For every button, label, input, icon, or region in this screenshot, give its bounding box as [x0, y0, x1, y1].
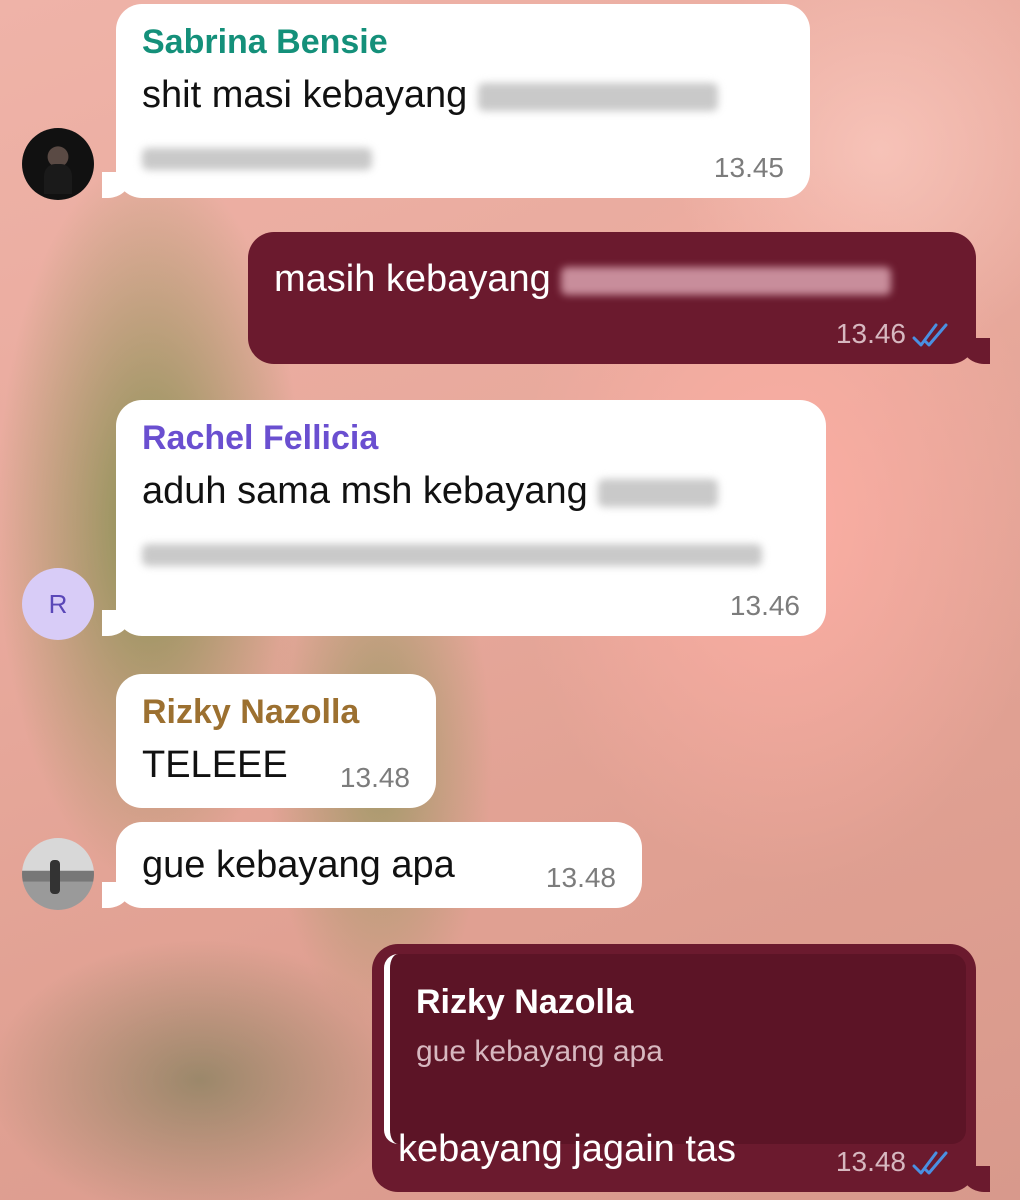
- reply-quote[interactable]: Rizky Nazolla gue kebayang apa: [384, 954, 966, 1144]
- avatar-sabrina[interactable]: [22, 128, 94, 200]
- reply-sender: Rizky Nazolla: [416, 983, 634, 1021]
- message-time: 13.45: [713, 152, 784, 183]
- redacted-text: [142, 543, 762, 566]
- avatar-rachel[interactable]: R: [22, 568, 94, 640]
- message-text-line2: [142, 126, 784, 188]
- double-check-icon: [912, 323, 948, 347]
- redacted-text: [561, 266, 892, 295]
- message-text: aduh sama msh kebayang: [142, 460, 800, 522]
- redacted-text: [477, 82, 718, 111]
- message-text: kebayang jagain tas: [398, 1128, 737, 1170]
- message-time: 13.46: [729, 590, 800, 621]
- avatar-rizky[interactable]: [22, 838, 94, 910]
- message-bubble-6[interactable]: Rizky Nazolla gue kebayang apa kebayang …: [372, 944, 990, 1192]
- sender-name[interactable]: Rachel Fellicia: [142, 416, 800, 460]
- message-time: 13.48: [339, 762, 410, 793]
- redacted-text: [142, 147, 372, 170]
- message-text: gue kebayang apa: [142, 844, 455, 886]
- message-text: masih kebayang: [274, 248, 950, 310]
- message-bubble-3[interactable]: Rachel Fellicia aduh sama msh kebayang 1…: [102, 400, 826, 636]
- double-check-icon: [912, 1151, 948, 1175]
- sender-name[interactable]: Sabrina Bensie: [142, 20, 784, 64]
- message-bubble-4[interactable]: Rizky Nazolla TELEEE 13.48: [116, 674, 436, 808]
- sender-name[interactable]: Rizky Nazolla: [142, 690, 410, 734]
- redacted-text: [598, 478, 719, 507]
- message-time: 13.48: [545, 862, 616, 893]
- message-time: 13.46: [835, 318, 906, 349]
- message-time: 13.48: [835, 1146, 906, 1177]
- message-bubble-2[interactable]: masih kebayang 13.46: [248, 232, 990, 364]
- message-bubble-1[interactable]: Sabrina Bensie shit masi kebayang 13.45: [102, 4, 810, 198]
- message-text: shit masi kebayang: [142, 64, 784, 126]
- message-text-line2: [142, 522, 800, 584]
- message-bubble-5[interactable]: gue kebayang apa 13.48: [102, 822, 642, 908]
- reply-text: gue kebayang apa: [416, 1035, 663, 1068]
